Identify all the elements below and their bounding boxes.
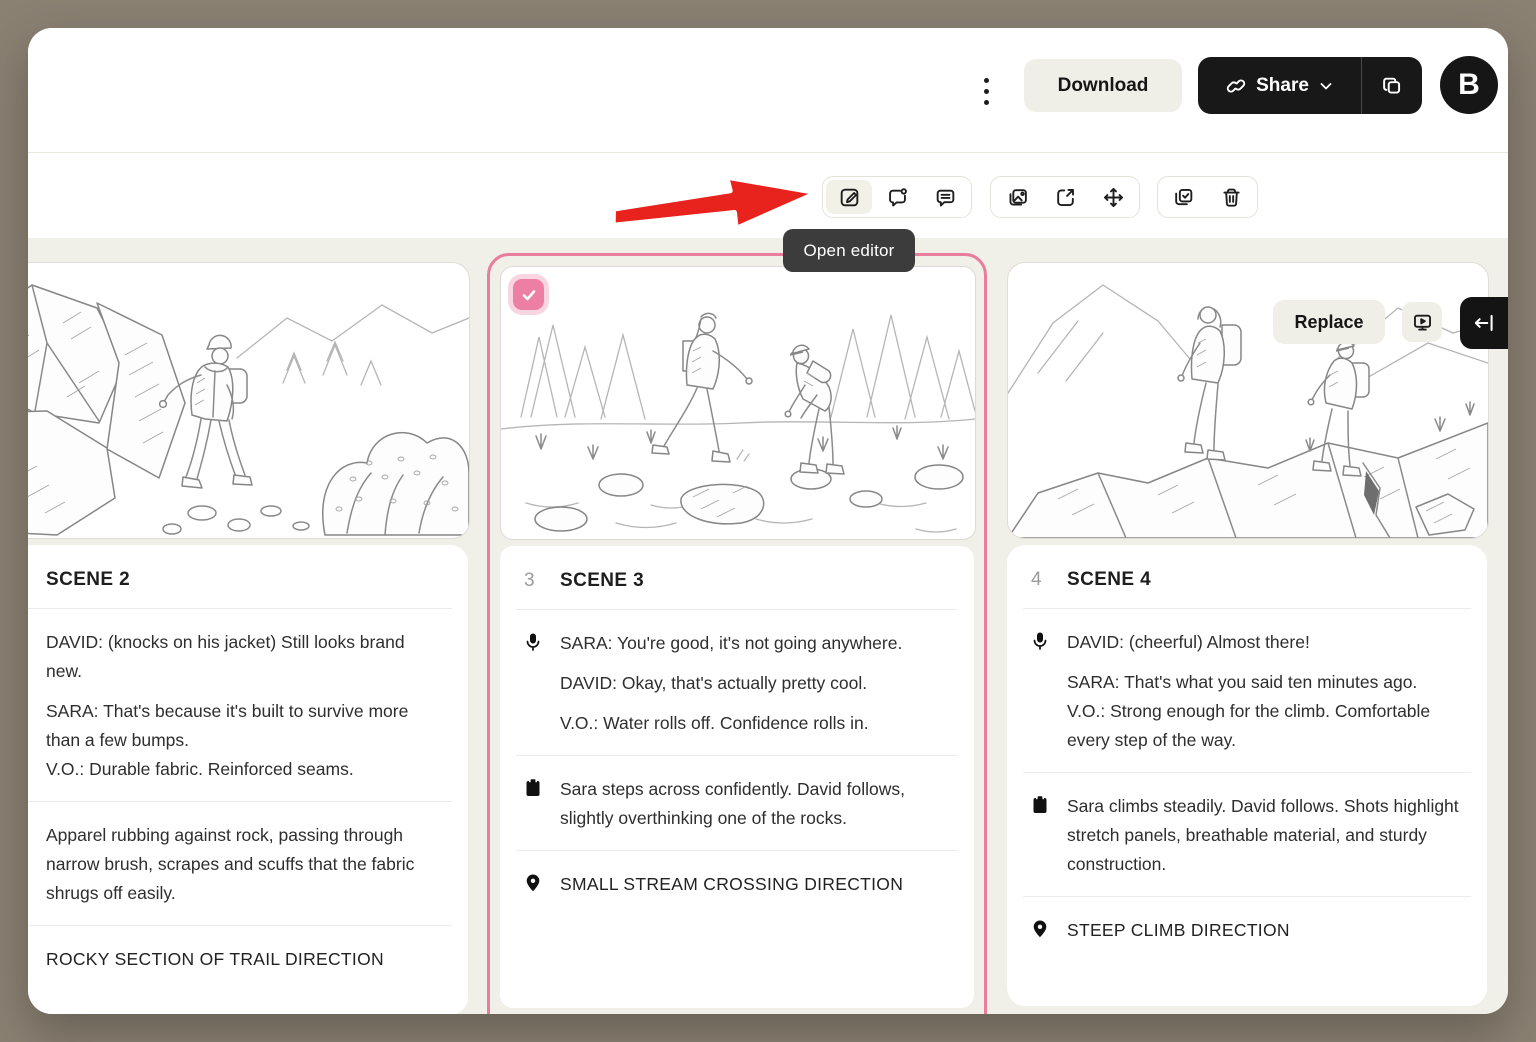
share-button-label: Share	[1256, 75, 1309, 97]
scene-3-direction-section: SMALL STREAM CROSSING DIRECTION	[500, 851, 974, 916]
action-text: Apparel rubbing against rock, passing th…	[46, 821, 444, 908]
images-icon	[1006, 186, 1029, 209]
scene-title: SCENE 3	[560, 570, 644, 592]
scene-2-frame-image[interactable]	[28, 262, 470, 539]
export-frame-button[interactable]	[1042, 180, 1088, 214]
direction-text: STEEP CLIMB DIRECTION	[1067, 916, 1463, 945]
preview-button[interactable]	[1402, 302, 1442, 342]
clipboard-icon	[524, 775, 560, 833]
multi-select-icon	[1172, 186, 1195, 209]
scene-title: SCENE 4	[1067, 569, 1151, 591]
open-editor-button[interactable]	[826, 180, 872, 214]
comment-lines-icon	[934, 186, 957, 209]
app-window: Download Share	[28, 28, 1508, 1014]
dialogue-line: V.O.: Water rolls off. Confidence rolls …	[560, 709, 950, 738]
comment-pin-button[interactable]	[874, 180, 920, 214]
move-icon	[1102, 186, 1125, 209]
comment-pin-icon	[886, 186, 909, 209]
dialogue-line: SARA: You're good, it's not going anywhe…	[560, 629, 950, 658]
scene-number: 2	[28, 569, 46, 591]
scene-number: 4	[1031, 569, 1067, 591]
replace-button[interactable]: Replace	[1273, 300, 1385, 344]
dialogue-line: DAVID: (cheerful) Almost there!	[1067, 628, 1463, 657]
scene-2-action-section: Apparel rubbing against rock, passing th…	[28, 802, 468, 925]
action-text: Sara climbs steadily. David follows. Sho…	[1067, 792, 1463, 879]
scene-4-card[interactable]: 4 SCENE 4 DAVID: (cheerful) Almost there…	[1007, 545, 1487, 1006]
microphone-icon	[524, 629, 560, 738]
scene-2-header: 2 SCENE 2	[28, 545, 468, 608]
scene-3-dialogue-section: SARA: You're good, it's not going anywhe…	[500, 610, 974, 755]
more-options-button[interactable]	[972, 68, 1000, 114]
copy-icon	[1380, 74, 1404, 98]
collapse-left-icon	[1471, 310, 1497, 336]
delete-button[interactable]	[1209, 180, 1255, 214]
direction-text: SMALL STREAM CROSSING DIRECTION	[560, 870, 950, 899]
multi-select-button[interactable]	[1161, 180, 1207, 214]
avatar[interactable]: B	[1440, 56, 1498, 114]
dialogue-line: SARA: That's what you said ten minutes a…	[1067, 668, 1463, 755]
scene-3-selected-card[interactable]: 3 SCENE 3 SARA: You're good, it's not go…	[487, 253, 987, 1014]
share-button-group: Share	[1198, 57, 1422, 114]
selection-tools-group	[1157, 176, 1258, 218]
trash-icon	[1220, 186, 1243, 209]
export-icon	[1054, 186, 1077, 209]
david-figure	[785, 345, 844, 474]
link-icon	[1225, 75, 1247, 97]
scene-2-direction-section: ROCKY SECTION OF TRAIL DIRECTION	[28, 926, 468, 991]
dialogue-line: DAVID: Okay, that's actually pretty cool…	[560, 669, 950, 698]
edit-icon	[838, 186, 861, 209]
scene-2-sketch	[28, 263, 469, 538]
scene-3-header: 3 SCENE 3	[500, 546, 974, 609]
move-button[interactable]	[1090, 180, 1136, 214]
direction-text: ROCKY SECTION OF TRAIL DIRECTION	[46, 945, 444, 974]
scene-3-frame-image[interactable]	[500, 266, 976, 540]
images-button[interactable]	[994, 180, 1040, 214]
scene-3-sketch	[501, 267, 975, 539]
action-text: Sara steps across confidently. David fol…	[560, 775, 950, 833]
scene-4-dialogue-section: DAVID: (cheerful) Almost there! SARA: Th…	[1007, 609, 1487, 772]
dialogue-line: SARA: That's because it's built to survi…	[46, 697, 444, 784]
collapse-panel-button[interactable]	[1460, 297, 1508, 349]
location-pin-icon	[524, 870, 560, 899]
copy-link-button[interactable]	[1362, 57, 1422, 114]
scene-4-header: 4 SCENE 4	[1007, 545, 1487, 608]
download-button[interactable]: Download	[1024, 59, 1182, 112]
selection-checkbox[interactable]	[513, 279, 544, 310]
scene-title: SCENE 2	[46, 569, 130, 591]
dialogue-line: DAVID: (knocks on his jacket) Still look…	[46, 628, 444, 686]
scene-4-action-section: Sara climbs steadily. David follows. Sho…	[1007, 773, 1487, 896]
microphone-icon	[1031, 628, 1067, 755]
scene-2-dialogue-section: DAVID: (knocks on his jacket) Still look…	[28, 609, 468, 801]
checkmark-icon	[520, 286, 538, 304]
scene-2-card[interactable]: 2 SCENE 2 DAVID: (knocks on his jacket) …	[28, 545, 468, 1014]
sara-figure	[652, 313, 752, 462]
toolbar: Replace	[28, 153, 1508, 238]
scene-number: 3	[524, 570, 560, 592]
share-button[interactable]: Share	[1198, 57, 1361, 114]
location-pin-icon	[1031, 916, 1067, 945]
open-editor-tooltip: Open editor	[783, 229, 915, 272]
header-bar: Download Share	[28, 28, 1508, 153]
clipboard-icon	[1031, 792, 1067, 879]
scene-3-card[interactable]: 3 SCENE 3 SARA: You're good, it's not go…	[500, 546, 974, 1008]
scene-4-direction-section: STEEP CLIMB DIRECTION	[1007, 897, 1487, 962]
monitor-play-icon	[1411, 311, 1434, 334]
sara-figure	[1178, 307, 1241, 460]
media-tools-group	[990, 176, 1140, 218]
scene-3-action-section: Sara steps across confidently. David fol…	[500, 756, 974, 850]
comment-text-button[interactable]	[922, 180, 968, 214]
chevron-down-icon	[1318, 78, 1334, 94]
edit-tools-group	[822, 176, 972, 218]
